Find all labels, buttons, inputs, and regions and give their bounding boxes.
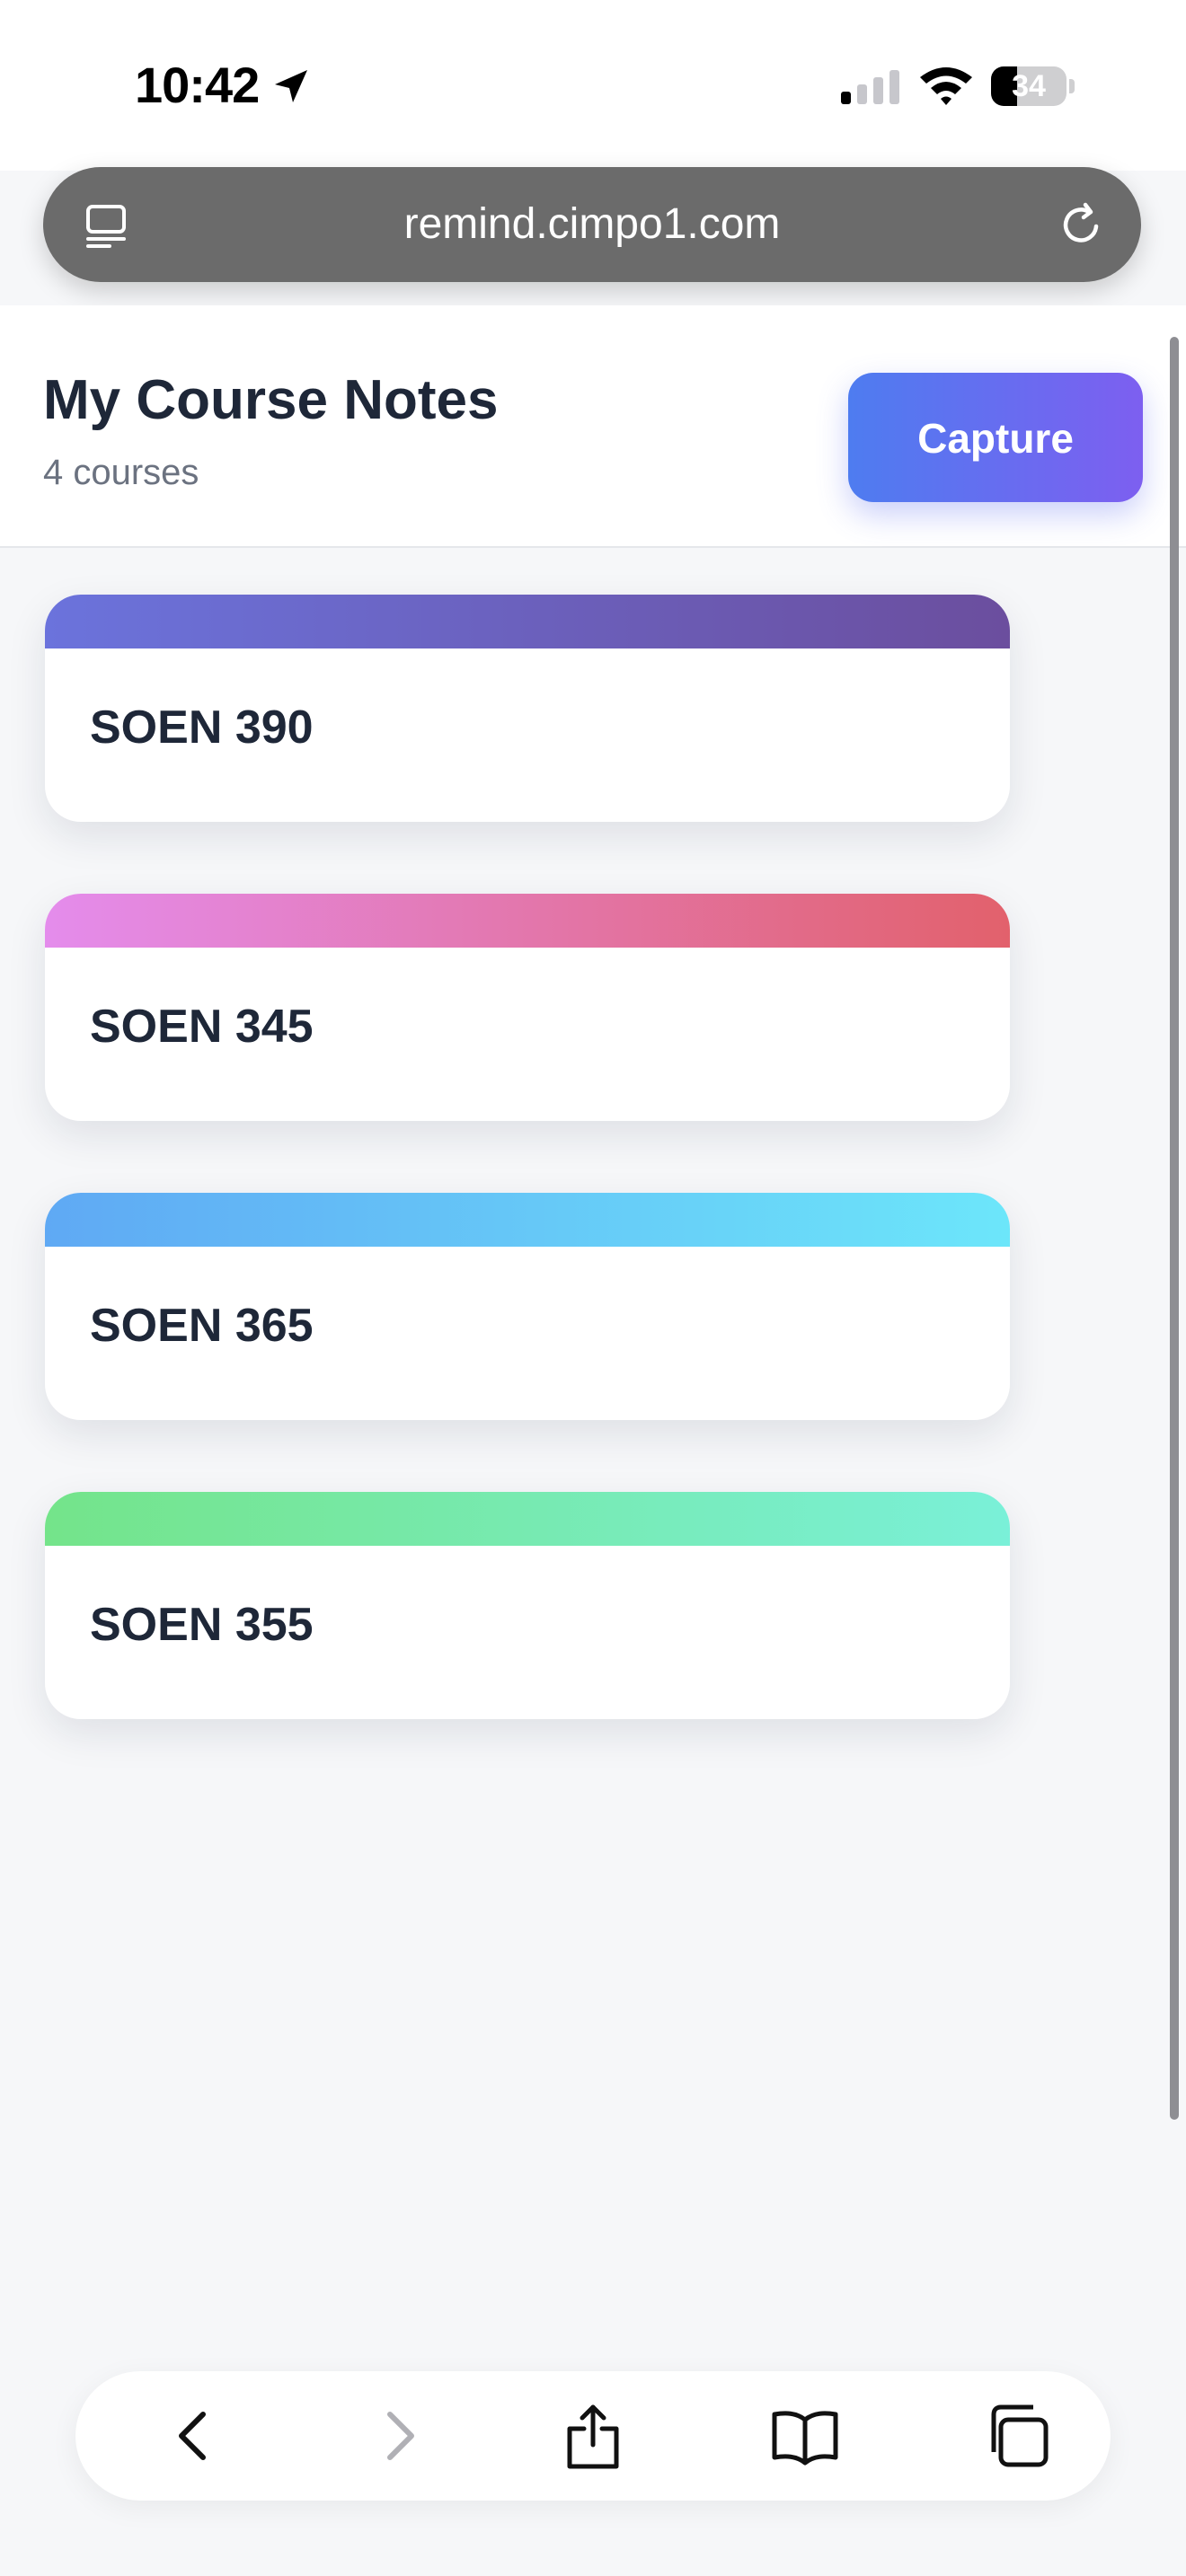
bookmarks-icon[interactable] <box>769 2400 841 2472</box>
battery-icon: 34 <box>991 66 1075 106</box>
url-text[interactable]: remind.cimpo1.com <box>43 167 1141 282</box>
course-list: SOEN 390 SOEN 345 SOEN 365 SOEN 355 <box>45 595 1012 1791</box>
course-card[interactable]: SOEN 365 <box>45 1193 1010 1420</box>
course-color-stripe <box>45 894 1010 948</box>
course-color-stripe <box>45 1193 1010 1247</box>
course-title: SOEN 355 <box>90 1599 314 1651</box>
reload-icon[interactable] <box>1057 199 1107 254</box>
location-arrow-icon <box>270 65 313 112</box>
course-color-stripe <box>45 1492 1010 1546</box>
back-icon[interactable] <box>158 2400 230 2472</box>
status-bar: 10:42 34 <box>0 0 1186 171</box>
course-title: SOEN 390 <box>90 701 314 754</box>
course-count: 4 courses <box>43 453 199 492</box>
forward-icon[interactable] <box>363 2400 435 2472</box>
course-card[interactable]: SOEN 355 <box>45 1492 1010 1719</box>
course-title: SOEN 365 <box>90 1300 314 1352</box>
wifi-icon <box>918 63 974 110</box>
course-card[interactable]: SOEN 345 <box>45 894 1010 1121</box>
course-color-stripe <box>45 595 1010 648</box>
scrollbar[interactable] <box>1170 337 1179 2120</box>
tabs-icon[interactable] <box>981 2400 1053 2472</box>
signal-icon <box>839 68 902 109</box>
page-header: My Course Notes 4 courses Capture <box>0 305 1186 548</box>
page-title: My Course Notes <box>43 369 499 431</box>
share-icon[interactable] <box>557 2400 629 2472</box>
course-title: SOEN 345 <box>90 1001 314 1053</box>
capture-button[interactable]: Capture <box>848 373 1143 502</box>
address-bar[interactable]: remind.cimpo1.com <box>43 167 1141 282</box>
status-time: 10:42 <box>135 57 260 113</box>
course-card[interactable]: SOEN 390 <box>45 595 1010 822</box>
browser-toolbar <box>75 2371 1111 2501</box>
battery-level-text: 34 <box>1012 69 1046 103</box>
